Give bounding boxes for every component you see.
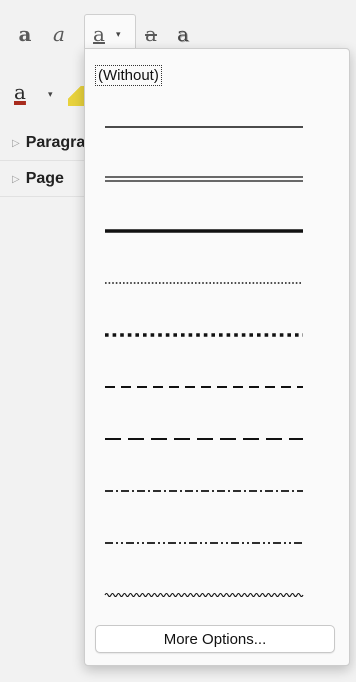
strikethrough-icon[interactable]: a — [140, 22, 162, 46]
font-color-dropdown-chevron-icon[interactable]: ▾ — [48, 90, 53, 100]
section-label: Paragraph — [25, 134, 90, 151]
expand-arrow-icon: ▷ — [12, 137, 20, 149]
underline-wave-option[interactable] — [91, 575, 311, 615]
underline-without-option[interactable]: (Without) — [95, 65, 162, 86]
section-paragraph[interactable]: ▷ Paragraph — [0, 126, 90, 161]
expand-arrow-icon: ▷ — [12, 173, 20, 185]
more-options-button[interactable]: More Options... — [95, 625, 335, 653]
font-color-icon[interactable]: a — [14, 80, 38, 106]
italic-icon[interactable]: a — [48, 22, 70, 46]
section-label: Page — [25, 170, 64, 187]
bold-icon[interactable]: a — [14, 22, 36, 46]
underline-dash-option[interactable] — [91, 367, 311, 407]
shadow-icon[interactable]: a — [172, 22, 194, 46]
highlight-icon[interactable] — [68, 86, 84, 106]
underline-single-option[interactable] — [91, 107, 311, 147]
underline-dotted-option[interactable] — [91, 263, 311, 303]
underline-long-dash-option[interactable] — [91, 419, 311, 459]
underline-double-option[interactable] — [91, 159, 311, 199]
section-page[interactable]: ▷ Page — [0, 162, 90, 197]
underline-style-menu: (Without) More Options... — [84, 48, 350, 666]
underline-dash-dot-dot-option[interactable] — [91, 523, 311, 563]
underline-bold-option[interactable] — [91, 211, 311, 251]
underline-dash-dot-option[interactable] — [91, 471, 311, 511]
underline-bold-dotted-option[interactable] — [91, 315, 311, 355]
underline-dropdown-chevron-icon[interactable]: ▾ — [116, 30, 121, 40]
underline-icon[interactable]: a — [88, 22, 110, 46]
